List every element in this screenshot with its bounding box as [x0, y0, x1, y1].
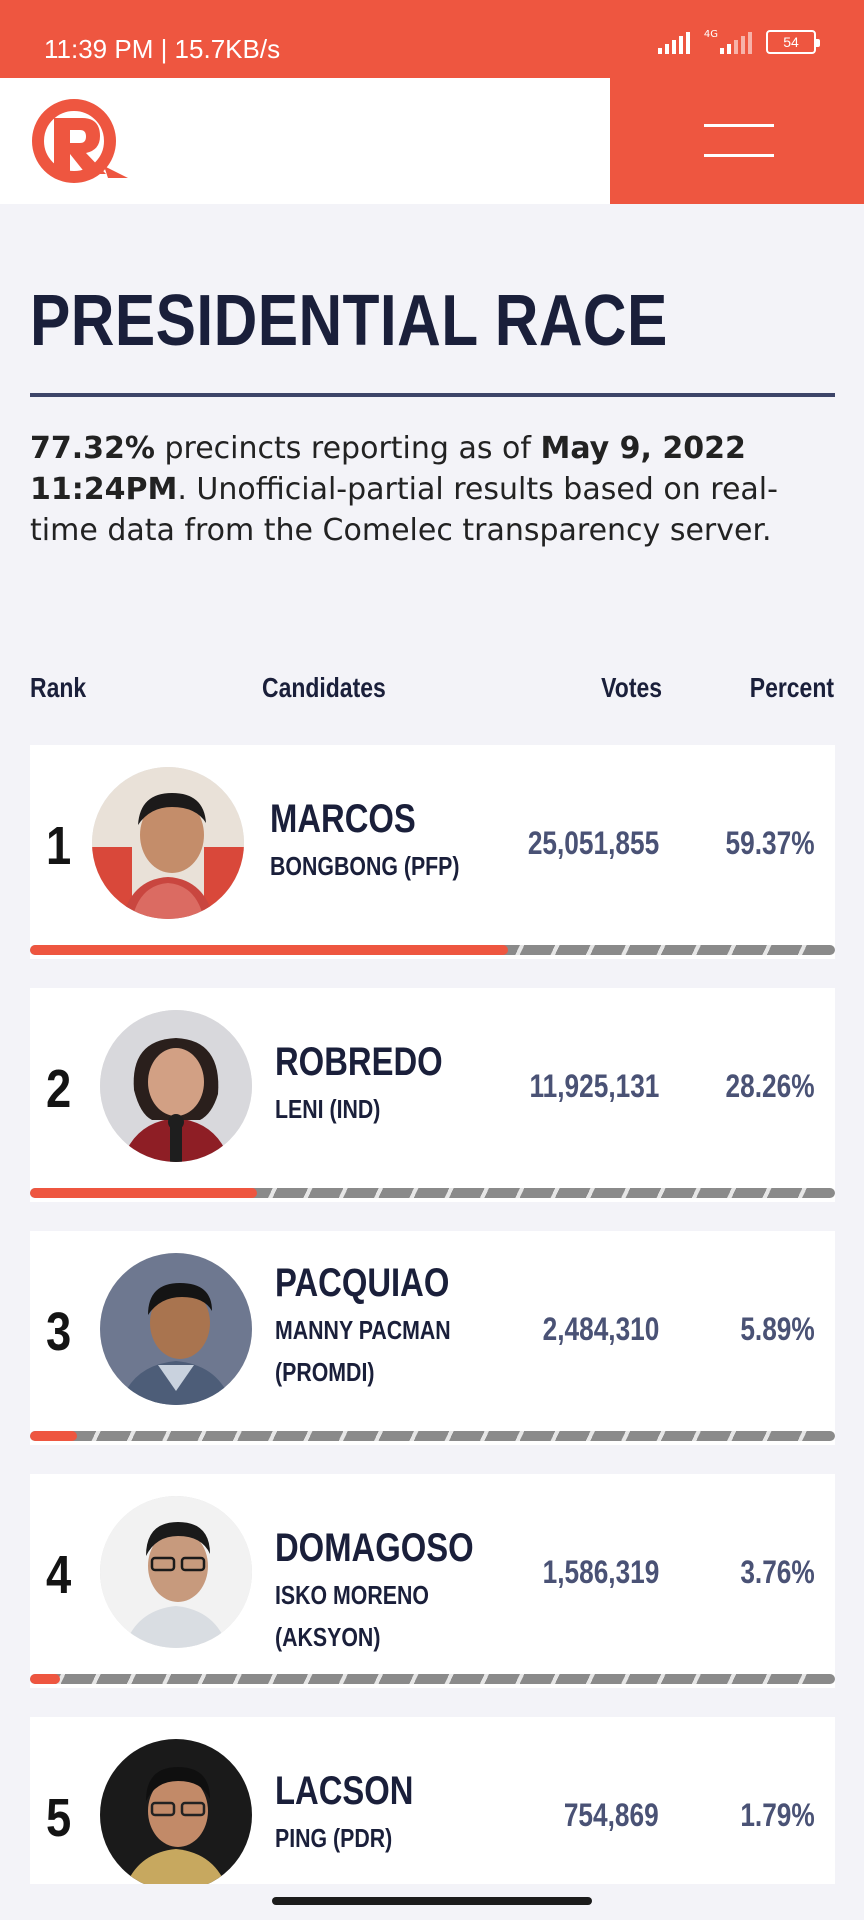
battery-icon: 54 — [766, 30, 820, 54]
column-header-votes: Votes — [601, 672, 662, 703]
candidate-percent: 3.76% — [740, 1554, 815, 1590]
page-title: PRESIDENTIAL RACE — [30, 281, 668, 361]
site-header — [0, 78, 864, 204]
column-header-candidates: Candidates — [262, 672, 386, 703]
candidate-photo — [100, 1496, 252, 1648]
candidate-photo — [100, 1010, 252, 1162]
candidate-name: LACSON — [275, 1769, 414, 1813]
vote-share-bar — [30, 1674, 835, 1684]
vote-share-bar — [30, 945, 835, 955]
precincts-percent: 77.32% — [30, 431, 155, 466]
vote-share-fill — [30, 945, 508, 955]
intro-mid: precincts reporting as of — [154, 431, 541, 466]
candidate-rank: 3 — [46, 1302, 72, 1362]
candidate-rank: 5 — [46, 1788, 72, 1848]
candidate-row[interactable]: 3 PACQUIAO MANNY PACMAN (PROMDI) 2,484,3… — [30, 1231, 835, 1445]
candidate-name: MARCOS — [270, 797, 416, 841]
candidate-percent: 1.79% — [740, 1797, 815, 1833]
candidate-subtitle: LENI (IND) — [275, 1094, 381, 1124]
candidate-percent: 5.89% — [740, 1311, 815, 1347]
hamburger-menu-icon[interactable] — [704, 124, 774, 158]
home-indicator[interactable] — [272, 1897, 592, 1905]
vote-share-fill — [30, 1188, 258, 1198]
candidate-row[interactable]: 4 DOMAGOSO ISKO MORENO (AKSYON) 1,586,31… — [30, 1474, 835, 1688]
rappler-logo[interactable] — [24, 96, 134, 186]
network-type-label: 4G — [703, 29, 718, 40]
vote-share-fill — [30, 1431, 78, 1441]
candidate-votes: 1,586,319 — [542, 1554, 659, 1590]
status-bar: 11:39 PM | 15.7KB/s 4G 54 — [0, 0, 864, 78]
candidate-photo — [100, 1253, 252, 1405]
signal-4g-icon — [720, 30, 752, 54]
candidate-rank: 1 — [46, 816, 72, 876]
status-icons: 4G 54 — [657, 29, 820, 54]
title-divider — [30, 393, 835, 397]
candidate-subtitle: PING (PDR) — [275, 1823, 393, 1853]
candidate-votes: 25,051,855 — [527, 825, 659, 861]
candidate-subtitle: ISKO MORENO (AKSYON) — [275, 1580, 429, 1652]
candidate-subtitle: BONGBONG (PFP) — [270, 851, 460, 881]
candidate-percent: 59.37% — [726, 825, 815, 861]
column-header-percent: Percent — [749, 672, 834, 703]
candidate-votes: 11,925,131 — [529, 1068, 659, 1104]
candidate-rank: 4 — [46, 1545, 72, 1605]
candidate-row[interactable]: 1 MARCOS BONGBONG (PFP) 25,051,855 59.37… — [30, 745, 835, 959]
candidate-rank: 2 — [46, 1059, 72, 1119]
candidate-subtitle: MANNY PACMAN (PROMDI) — [275, 1315, 451, 1387]
candidate-votes: 754,869 — [564, 1797, 659, 1833]
signal-icon — [657, 30, 690, 54]
candidate-name: PACQUIAO — [275, 1261, 450, 1305]
candidate-photo — [100, 1739, 252, 1891]
vote-share-bar — [30, 1431, 835, 1441]
column-header-rank: Rank — [30, 672, 87, 703]
candidate-votes: 2,484,310 — [542, 1311, 659, 1347]
candidate-percent: 28.26% — [726, 1068, 815, 1104]
candidate-name: ROBREDO — [275, 1040, 443, 1084]
candidate-row[interactable]: 2 ROBREDO LENI (IND) 11,925,131 28.26% — [30, 988, 835, 1202]
header-left — [0, 78, 610, 204]
status-time: 11:39 PM | 15.7KB/s — [44, 34, 281, 64]
vote-share-fill — [30, 1674, 61, 1684]
candidate-name: DOMAGOSO — [275, 1526, 474, 1570]
results-intro: 77.32% precincts reporting as of May 9, … — [30, 428, 840, 551]
vote-share-bar — [30, 1188, 835, 1198]
candidate-photo — [92, 767, 244, 919]
